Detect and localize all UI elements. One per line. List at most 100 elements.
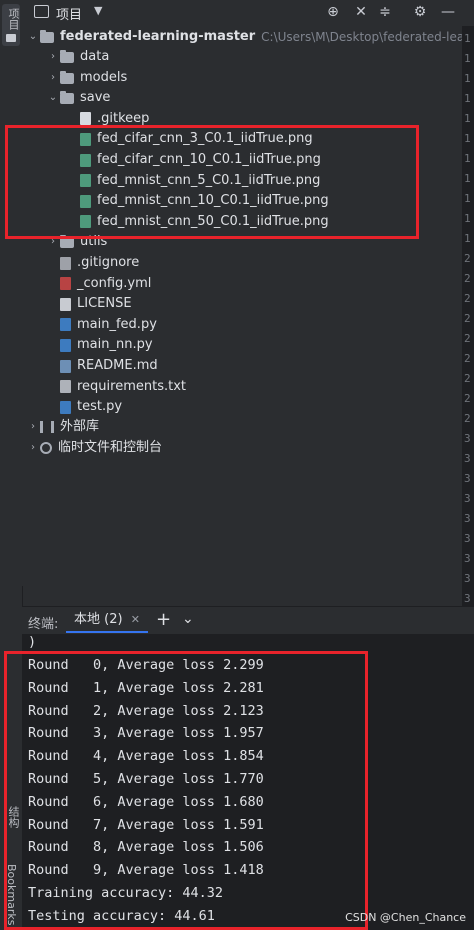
chevron-down-icon[interactable]: ⌄ [26,27,40,47]
watermark: CSDN @Chen_Chance [345,911,466,924]
tree-item-test-py[interactable]: test.py [46,397,122,417]
py-file-icon [60,318,71,332]
folder-icon [60,91,74,105]
gitkeep-file-icon [80,112,91,126]
terminal-label: 终端: [28,617,59,632]
gutter-line-number: 3 [464,512,471,525]
gutter-line-number: 1 [464,192,471,205]
minimize-icon[interactable]: — [440,4,456,20]
editor-line-gutter: 1 1 1 1 1 1 1 1 1 1 1 2 2 2 2 2 2 2 2 2 3 3 3 3 3 3 3 3 3 [462,26,474,606]
root-folder-path: C:\Users\M\Desktop\federated-learnin [261,30,474,44]
tree-item-label: .gitignore [77,255,140,270]
highlight-box-terminal-output [4,651,368,930]
chevron-right-icon[interactable]: › [46,47,60,67]
tree-item-save[interactable]: ⌄ save [46,88,111,108]
tree-item-label: requirements.txt [77,378,187,394]
lic-file-icon [60,297,71,311]
project-view-icon [34,5,49,18]
chevron-down-icon[interactable]: ⌄ [46,88,60,108]
folder-icon [60,235,74,249]
gutter-line-number: 2 [464,392,471,405]
tree-external-libraries[interactable]: › 外部库 [26,417,99,437]
gutter-line-number: 1 [464,232,471,245]
close-icon[interactable]: ✕ [353,4,369,20]
terminal-line: ) [28,634,37,650]
gear-icon[interactable]: ⚙ [412,4,428,20]
gutter-line-number: 3 [464,532,471,545]
gutter-line-number: 3 [464,492,471,505]
crosshair-icon[interactable]: ⊕ [325,4,341,20]
tree-item-label: data [80,49,110,64]
gutter-line-number: 3 [464,472,471,485]
gutter-line-number: 3 [464,572,471,585]
gutter-line-number: 2 [464,272,471,285]
chevron-down-icon[interactable]: ⌄ [182,611,194,627]
tree-item-label: models [80,69,128,85]
gutter-line-number: 1 [464,172,471,185]
chevron-right-icon[interactable]: › [26,438,40,458]
folder-icon [6,34,16,42]
project-view-title[interactable]: 项目 [56,4,82,23]
gutter-line-number: 3 [464,552,471,565]
tree-item-label: save [80,90,111,106]
folder-icon [40,30,54,43]
tab-local-terminal-label: 本地 (2) [74,612,123,627]
library-icon [40,421,54,433]
root-folder-name: federated-learning-master [60,29,256,44]
chevron-right-icon[interactable]: › [46,68,60,88]
gutter-line-number: 1 [464,212,471,225]
gutter-line-number: 2 [464,412,471,425]
gutter-line-number: 1 [464,52,471,65]
close-icon[interactable]: ✕ [131,613,140,626]
highlight-box-png-files [5,125,419,239]
yml-file-icon [60,277,71,291]
gutter-line-number: 1 [464,132,471,145]
tree-item-label: README.md [77,358,158,373]
scratches-label: 临时文件和控制台 [58,440,163,455]
git-file-icon [60,256,71,270]
project-tool-button[interactable]: 项目 [2,4,20,46]
external-libraries-label: 外部库 [60,419,100,434]
gutter-line-number: 2 [464,252,471,265]
gutter-line-number: 3 [464,452,471,465]
project-tool-label: 项目 [7,8,20,30]
tree-item-main-fed-py[interactable]: main_fed.py [46,315,157,335]
tree-item-label: LICENSE [77,296,132,312]
gutter-line-number: 3 [464,432,471,445]
gutter-line-number: 1 [464,72,471,85]
chevron-down-icon[interactable]: ▼ [94,4,102,17]
py-file-icon [60,400,71,414]
tree-item-label: main_nn.py [77,337,153,353]
gutter-line-number: 2 [464,292,471,305]
tree-item-license[interactable]: LICENSE [46,294,132,314]
gutter-line-number: 1 [464,152,471,165]
collapse-icon[interactable]: ≑ [377,4,393,20]
gutter-line-number: 3 [464,592,471,605]
tree-item-data[interactable]: › data [46,47,109,67]
gutter-line-number: 1 [464,92,471,105]
gutter-line-number: 2 [464,332,471,345]
tree-item-models[interactable]: › models [46,68,127,88]
tab-local-terminal[interactable]: 本地 (2) ✕ [66,607,148,633]
gutter-line-number: 2 [464,312,471,325]
gutter-line-number: 2 [464,372,471,385]
tree-item-label: main_fed.py [77,316,157,332]
gutter-line-number: 1 [464,32,471,45]
chevron-right-icon[interactable]: › [26,417,40,437]
tree-item-label: _config.yml [77,275,152,291]
gutter-line-number: 2 [464,352,471,365]
plus-icon[interactable]: + [156,609,171,630]
folder-icon [60,70,74,84]
tree-item-readme-md[interactable]: README.md [46,356,158,376]
tree-item-main-nn-py[interactable]: main_nn.py [46,335,153,355]
scratches-icon [40,442,52,454]
md-file-icon [60,359,71,373]
tree-scratches[interactable]: › 临时文件和控制台 [26,438,162,458]
tree-item--gitignore[interactable]: .gitignore [46,253,139,273]
tree-root[interactable]: ⌄ federated-learning-master C:\Users\M\D… [26,27,474,47]
gutter-line-number: 1 [464,112,471,125]
tree-item-requirements-txt[interactable]: requirements.txt [46,377,186,397]
tree-item--config-yml[interactable]: _config.yml [46,274,151,294]
project-panel-header: 项目 ▼ ⊕ ✕ ≑ ⚙ — [22,0,474,26]
tree-item-label: test.py [77,399,123,415]
